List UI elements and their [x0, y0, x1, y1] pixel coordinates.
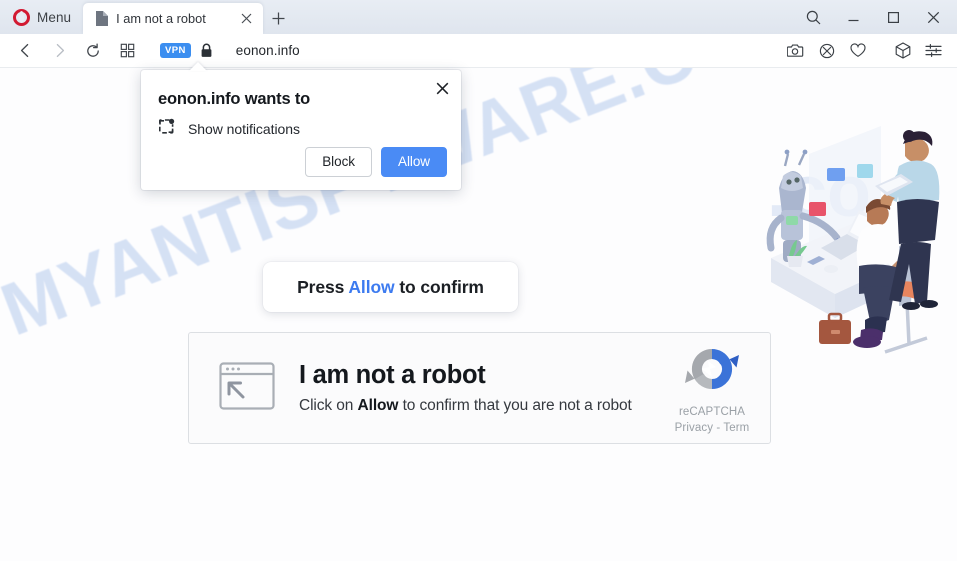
block-button[interactable]: Block [305, 146, 372, 177]
opera-menu-button[interactable]: Menu [0, 0, 83, 34]
page-document-icon [95, 11, 109, 26]
recaptcha-links[interactable]: Privacy - Term [675, 422, 750, 434]
press-allow-prefix: Press [297, 276, 349, 297]
speed-dial-button[interactable] [110, 36, 144, 66]
office-robot-workers-illustration: .co [749, 106, 949, 366]
notification-permission-dialog: eonon.info wants to Show notifications B… [141, 70, 461, 190]
toolbar-right-icons [780, 36, 957, 66]
subtitle-suffix: to confirm that you are not a robot [398, 397, 632, 415]
tab-close-icon[interactable] [237, 10, 255, 28]
svg-text:.co: .co [767, 152, 871, 232]
recaptcha-branding: reCAPTCHA Privacy - Term [662, 343, 762, 434]
not-a-robot-text-block: I am not a robot Click on Allow to confi… [299, 361, 662, 415]
notification-dialog-title: eonon.info wants to [158, 90, 311, 108]
notification-dialog-arrow [189, 62, 207, 71]
opera-logo-icon [13, 8, 30, 26]
close-icon[interactable] [431, 77, 453, 99]
browser-window-cursor-icon [219, 361, 275, 415]
pods-cube-icon[interactable] [887, 36, 918, 66]
snapshot-camera-icon[interactable] [780, 36, 811, 66]
navigation-toolbar: VPN eonon.info [0, 34, 957, 68]
subtitle-bold: Allow [357, 397, 399, 415]
forward-button[interactable] [42, 36, 76, 66]
easy-setup-sliders-icon[interactable] [918, 36, 949, 66]
not-a-robot-title: I am not a robot [299, 360, 486, 389]
tab-strip: I am not a robot [83, 0, 293, 34]
recaptcha-logo-icon [684, 343, 740, 400]
not-a-robot-card: I am not a robot Click on Allow to confi… [188, 332, 771, 444]
heart-favorite-icon[interactable] [842, 36, 873, 66]
press-allow-suffix: to confirm [394, 276, 484, 297]
vpn-badge[interactable]: VPN [160, 43, 191, 58]
not-a-robot-subtitle: Click on Allow to confirm that you are n… [299, 397, 662, 415]
new-tab-button[interactable] [263, 3, 293, 34]
search-icon[interactable] [793, 0, 833, 34]
padlock-icon[interactable] [200, 43, 213, 58]
notification-bell-icon [158, 118, 175, 140]
maximize-icon[interactable] [873, 0, 913, 34]
recaptcha-label: reCAPTCHA [678, 405, 746, 418]
opera-menu-label: Menu [37, 9, 72, 25]
notification-permission-row: Show notifications [158, 118, 300, 140]
notification-dialog-buttons: Block Allow [305, 146, 447, 177]
press-allow-highlight: Allow [348, 276, 395, 297]
title-bar: Menu I am not a robot [0, 0, 957, 34]
browser-window: Menu I am not a robot VPN eonon.info MYA… [0, 0, 957, 561]
allow-button[interactable]: Allow [380, 146, 447, 177]
address-text[interactable]: eonon.info [236, 43, 300, 58]
window-controls [793, 0, 957, 34]
back-button[interactable] [8, 36, 42, 66]
minimize-icon[interactable] [833, 0, 873, 34]
tab-i-am-not-a-robot[interactable]: I am not a robot [83, 3, 264, 34]
press-allow-text: Press Allow to confirm [297, 277, 484, 298]
reload-button[interactable] [76, 36, 110, 66]
notification-permission-label: Show notifications [188, 121, 300, 137]
press-allow-banner: Press Allow to confirm [263, 262, 518, 312]
subtitle-prefix: Click on [299, 397, 358, 415]
ad-blocker-shield-icon[interactable] [811, 36, 842, 66]
address-bar[interactable]: VPN eonon.info [160, 36, 780, 66]
tab-title: I am not a robot [116, 11, 206, 26]
close-window-icon[interactable] [913, 0, 953, 34]
